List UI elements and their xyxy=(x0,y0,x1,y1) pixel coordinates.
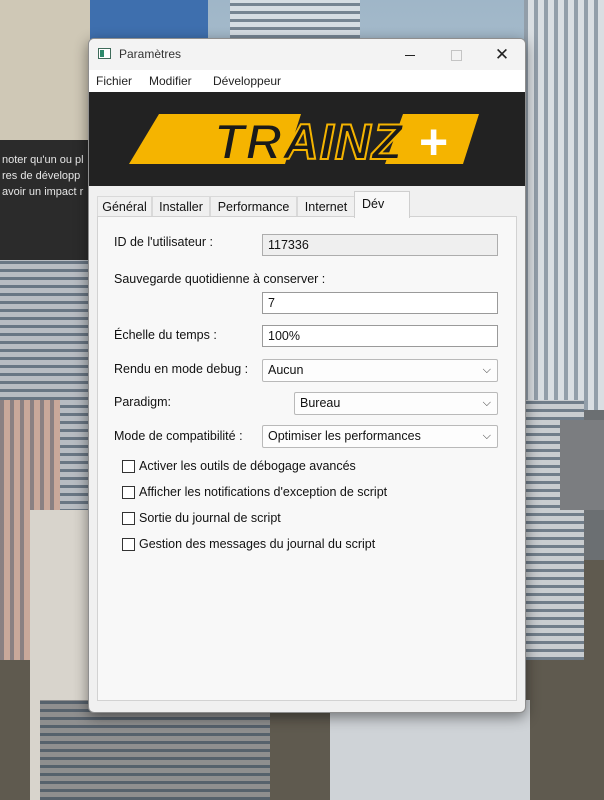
background-dialog-line: noter qu'un ou pl xyxy=(2,154,84,166)
debug-tools-checkbox[interactable] xyxy=(122,460,135,473)
minimize-icon xyxy=(405,54,415,56)
menu-fichier[interactable]: Fichier xyxy=(96,74,132,88)
trainz-banner: TRAINZ + xyxy=(89,92,525,186)
compat-select[interactable]: Optimiser les performances ⌵ xyxy=(262,425,498,448)
building-bottom-center xyxy=(330,700,530,800)
debug-render-label: Rendu en mode debug : xyxy=(114,362,249,376)
user-id-label: ID de l'utilisateur : xyxy=(114,235,213,249)
menu-bar: Fichier Modifier Développeur xyxy=(89,70,525,93)
debug-render-value: Aucun xyxy=(268,363,304,377)
window-title: Paramètres xyxy=(119,47,182,61)
dev-panel: ID de l'utilisateur : 117336 Sauvegarde … xyxy=(97,216,517,701)
close-icon: ✕ xyxy=(494,45,510,64)
debug-render-select[interactable]: Aucun ⌵ xyxy=(262,359,498,382)
road-right xyxy=(560,420,604,510)
maximize-button xyxy=(433,39,479,70)
background-dialog-line: avoir un impact r xyxy=(2,186,84,198)
tab-bar: Général Installer Performance Internet D… xyxy=(89,191,525,218)
building-top-right xyxy=(230,0,360,38)
chevron-down-icon: ⌵ xyxy=(482,397,491,409)
exception-notif-checkbox[interactable] xyxy=(122,486,135,499)
background-dialog: noter qu'un ou pl res de développ avoir … xyxy=(0,140,90,260)
compat-label: Mode de compatibilité : xyxy=(114,429,243,443)
paradigm-select[interactable]: Bureau ⌵ xyxy=(294,392,498,415)
compat-value: Optimiser les performances xyxy=(268,429,421,443)
settings-window: Paramètres ✕ Fichier Modifier Développeu… xyxy=(88,38,526,713)
timescale-input[interactable]: 100% xyxy=(262,325,498,347)
log-messages-checkbox[interactable] xyxy=(122,538,135,551)
trainz-logo: TRAINZ + xyxy=(129,113,479,171)
tab-installer[interactable]: Installer xyxy=(152,196,210,216)
chevron-down-icon: ⌵ xyxy=(482,364,491,376)
log-messages-label[interactable]: Gestion des messages du journal du scrip… xyxy=(139,537,375,551)
building-right-tower xyxy=(524,0,604,410)
logo-plus: + xyxy=(419,114,448,170)
backup-label: Sauvegarde quotidienne à conserver : xyxy=(114,272,326,286)
tab-dev[interactable]: Dév xyxy=(354,191,410,218)
menu-modifier[interactable]: Modifier xyxy=(149,74,192,88)
maximize-icon xyxy=(450,49,462,61)
background-dialog-line: res de développ xyxy=(2,170,81,182)
debug-tools-label[interactable]: Activer les outils de débogage avancés xyxy=(139,459,356,473)
close-button[interactable]: ✕ xyxy=(479,39,525,70)
app-icon xyxy=(98,48,111,59)
exception-notif-label[interactable]: Afficher les notifications d'exception d… xyxy=(139,485,387,499)
backup-input[interactable]: 7 xyxy=(262,292,498,314)
logo-text: TRAINZ xyxy=(214,114,405,170)
script-log-label[interactable]: Sortie du journal de script xyxy=(139,511,281,525)
title-bar[interactable]: Paramètres ✕ xyxy=(89,39,525,70)
script-log-checkbox[interactable] xyxy=(122,512,135,525)
paradigm-value: Bureau xyxy=(300,396,341,410)
timescale-label: Échelle du temps : xyxy=(114,328,217,342)
tab-general[interactable]: Général xyxy=(97,196,152,216)
menu-developpeur[interactable]: Développeur xyxy=(213,74,281,88)
building-bottom-left xyxy=(40,700,270,800)
tab-internet[interactable]: Internet xyxy=(297,196,355,216)
tab-performance[interactable]: Performance xyxy=(210,196,297,216)
paradigm-label: Paradigm: xyxy=(114,395,171,409)
minimize-button[interactable] xyxy=(387,39,433,70)
chevron-down-icon: ⌵ xyxy=(482,430,491,442)
user-id-field: 117336 xyxy=(262,234,498,256)
